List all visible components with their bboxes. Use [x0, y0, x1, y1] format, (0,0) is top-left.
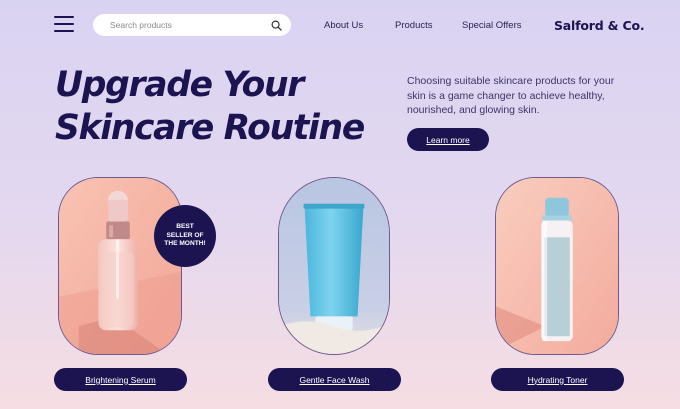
search-icon[interactable]: [269, 18, 283, 32]
search-input[interactable]: [110, 20, 269, 30]
product-card-brightening-serum[interactable]: [58, 177, 182, 355]
hero-title-line-1: Upgrade Your: [55, 65, 304, 105]
best-seller-badge: BEST SELLER OF THE MONTH!: [154, 205, 216, 267]
toner-bottle-image: [496, 178, 618, 354]
hero-title-line-2: Skincare Routine: [55, 108, 365, 148]
hydrating-toner-button[interactable]: Hydrating Toner: [491, 368, 624, 391]
nav-special-offers[interactable]: Special Offers: [462, 20, 522, 31]
brand-logo[interactable]: Salford & Co.: [554, 18, 645, 33]
search-bar: [93, 14, 291, 36]
gentle-face-wash-button[interactable]: Gentle Face Wash: [268, 368, 401, 391]
hero-title: Upgrade Your Skincare Routine: [55, 64, 385, 150]
product-card-gentle-face-wash[interactable]: [278, 177, 390, 355]
learn-more-button[interactable]: Learn more: [407, 128, 489, 151]
serum-bottle-image: [59, 178, 181, 354]
nav-about-us[interactable]: About Us: [324, 20, 363, 31]
hero-description: Choosing suitable skincare products for …: [407, 75, 615, 116]
hamburger-menu-icon[interactable]: [54, 16, 74, 32]
nav-products[interactable]: Products: [395, 20, 433, 31]
brightening-serum-button[interactable]: Brightening Serum: [54, 368, 187, 391]
face-wash-tube-image: [279, 178, 389, 354]
product-card-hydrating-toner[interactable]: [495, 177, 619, 355]
